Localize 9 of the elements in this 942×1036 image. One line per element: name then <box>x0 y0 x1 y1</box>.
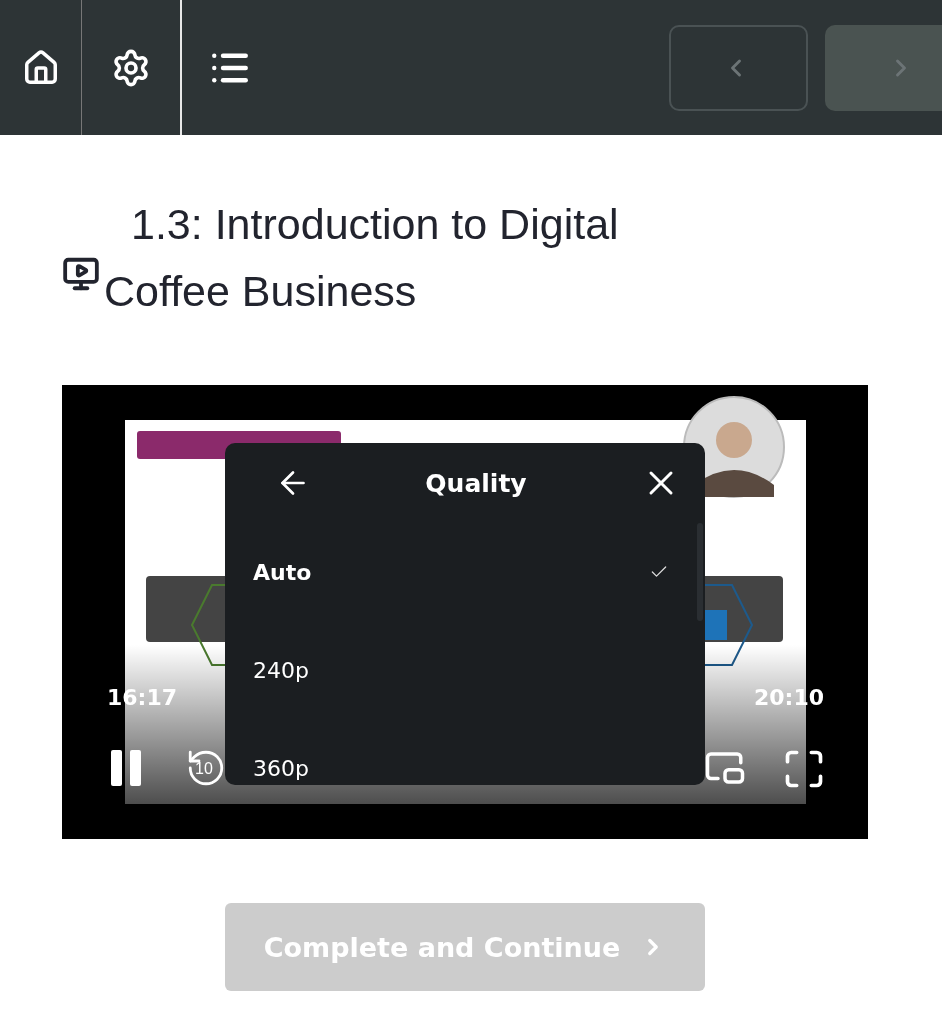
video-icon <box>62 255 100 293</box>
quality-option[interactable]: 360p <box>225 719 705 785</box>
settings-icon <box>111 47 151 88</box>
rewind-button[interactable]: 10 <box>185 747 227 789</box>
menu-title: Quality <box>425 468 527 498</box>
quality-option[interactable]: Auto <box>225 523 705 621</box>
pause-button[interactable] <box>110 750 142 786</box>
lesson-title: 1.3: Introduction to Digital Coffee Business <box>104 199 620 317</box>
quality-option[interactable]: 240p <box>225 621 705 719</box>
